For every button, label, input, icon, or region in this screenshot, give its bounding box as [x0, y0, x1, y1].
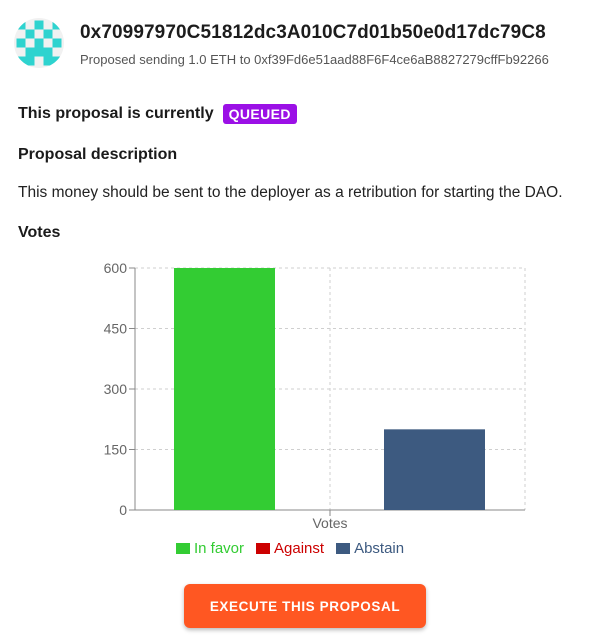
votes-bar-chart: 0 150 300 450 600 Votes — [104, 260, 526, 531]
y-tick-label: 150 — [104, 442, 128, 458]
legend-item-abstain[interactable]: Abstain — [336, 540, 404, 557]
y-tick-label: 300 — [104, 381, 128, 397]
legend-item-in-favor[interactable]: In favor — [176, 540, 244, 557]
proposal-description-text: This money should be sent to the deploye… — [18, 184, 563, 201]
legend-swatch — [336, 543, 351, 554]
legend-label: Against — [274, 540, 325, 557]
proposal-status: This proposal is currently QUEUED — [18, 104, 297, 124]
legend-label: Abstain — [354, 540, 405, 557]
legend-swatch — [256, 543, 271, 554]
legend-swatch — [176, 543, 190, 554]
legend-item-against[interactable]: Against — [256, 540, 324, 557]
chart-legend: In favor Against Abstain — [176, 540, 416, 557]
status-badge: QUEUED — [222, 104, 297, 124]
y-tick-label: 600 — [104, 260, 128, 276]
identicon-avatar — [14, 18, 64, 68]
proposal-summary: Proposed sending 1.0 ETH to 0xf39Fd6e51a… — [80, 52, 549, 67]
bar-abstain — [384, 429, 485, 510]
proposer-address: 0x70997970C51812dc3A010C7d01b50e0d17dc79… — [80, 22, 546, 43]
legend-label: In favor — [194, 540, 245, 557]
status-label: This proposal is currently — [18, 105, 214, 122]
proposal-header: 0x70997970C51812dc3A010C7d01b50e0d17dc79… — [14, 18, 612, 68]
description-heading: Proposal description — [18, 146, 178, 163]
y-tick-label: 0 — [119, 502, 127, 518]
bar-in-favor — [174, 268, 275, 510]
execute-proposal-button[interactable]: EXECUTE THIS PROPOSAL — [184, 584, 426, 628]
y-tick-label: 450 — [104, 321, 128, 337]
votes-heading: Votes — [18, 224, 61, 241]
x-category-label: Votes — [312, 515, 347, 531]
